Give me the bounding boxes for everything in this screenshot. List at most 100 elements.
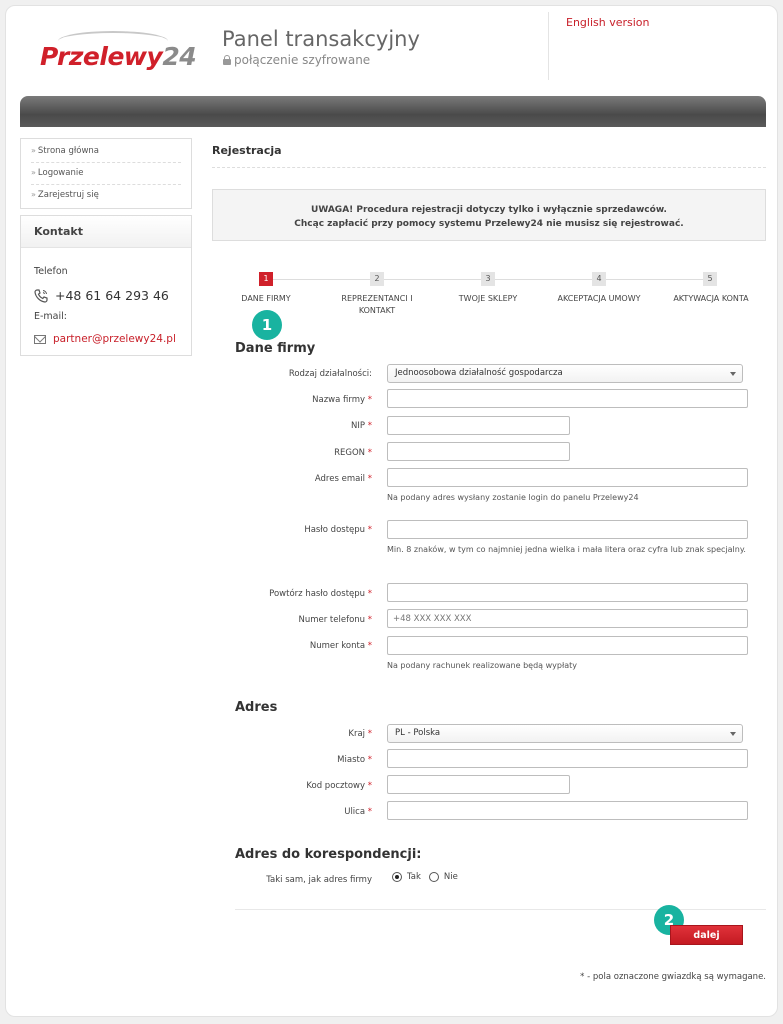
required-mark: * <box>367 589 372 599</box>
step-3-label: TWOJE SKLEPY <box>458 294 518 303</box>
company-name-input[interactable] <box>387 389 748 408</box>
select-value: Jednoosobowa działalność gospodarcza <box>395 368 563 378</box>
header-divider <box>548 12 549 80</box>
email-label: E-mail: <box>34 311 67 322</box>
required-mark: * <box>367 474 372 484</box>
correspondence-section-title: Adres do korespondencji: <box>235 847 422 862</box>
required-mark: * <box>367 395 372 405</box>
label-text: Ulica <box>344 807 366 817</box>
nip-input[interactable] <box>387 416 570 435</box>
label-text: Powtórz hasło dostępu <box>269 589 366 599</box>
zip-input[interactable] <box>387 775 570 794</box>
radio-yes[interactable] <box>392 872 402 882</box>
phone-number: +48 61 64 293 46 <box>55 288 169 303</box>
step-1-number: 1 <box>259 272 273 286</box>
country-select[interactable]: PL - Polska <box>387 724 743 743</box>
lock-icon <box>223 55 231 65</box>
label-text: Numer telefonu <box>298 615 366 625</box>
nip-label: NIP * <box>172 421 372 431</box>
warning-notice: UWAGA! Procedura rejestracji dotyczy tyl… <box>212 189 766 241</box>
step-2-label: REPREZENTANCI I KONTAKT <box>341 294 413 315</box>
password-label: Hasło dostępu * <box>172 525 372 535</box>
activity-type-select[interactable]: Jednoosobowa działalność gospodarcza <box>387 364 743 383</box>
zip-label: Kod pocztowy * <box>172 781 372 791</box>
step-5-label: AKTYWACJA KONTA <box>673 294 749 303</box>
email-field-label: Adres email * <box>172 474 372 484</box>
password-input[interactable] <box>387 520 748 539</box>
sidebar-item-label: Strona główna <box>37 146 99 156</box>
step-5-number: 5 <box>703 272 717 286</box>
contact-heading: Kontakt <box>21 216 191 248</box>
required-mark: * <box>367 729 372 739</box>
secure-connection: połączenie szyfrowane <box>223 53 370 67</box>
account-number-input[interactable] <box>387 636 748 655</box>
select-value: PL - Polska <box>395 728 441 738</box>
chevron-down-icon <box>730 372 736 376</box>
label-text: Kraj <box>348 729 366 739</box>
company-section-title: Dane firmy <box>235 341 316 356</box>
required-mark: * <box>367 807 372 817</box>
label-text: Miasto <box>337 755 366 765</box>
required-mark: * <box>367 641 372 651</box>
next-button[interactable]: dalej <box>670 925 743 945</box>
notice-line-1: UWAGA! Procedura rejestracji dotyczy tyl… <box>311 205 667 215</box>
account-number-label: Numer konta * <box>172 641 372 651</box>
label-text: Hasło dostępu <box>304 525 366 535</box>
required-mark: * <box>367 781 372 791</box>
annotation-badge-1: 1 <box>252 310 282 340</box>
city-label: Miasto * <box>172 755 372 765</box>
english-version-link[interactable]: English version <box>566 16 650 29</box>
logo-text: Przelewy <box>40 42 163 71</box>
top-bar <box>20 96 766 127</box>
same-address-label: Taki sam, jak adres firmy <box>266 875 372 885</box>
required-mark: * <box>367 421 372 431</box>
password-repeat-label: Powtórz hasło dostępu * <box>172 589 372 599</box>
sidebar-item-label: Zarejestruj się <box>37 190 99 200</box>
radio-yes-label: Tak <box>407 872 421 882</box>
street-label: Ulica * <box>172 807 372 817</box>
regon-input[interactable] <box>387 442 570 461</box>
title-divider <box>212 167 766 168</box>
contact-phone: +48 61 64 293 46 <box>34 288 169 303</box>
panel-title: Panel transakcyjny <box>222 27 420 51</box>
contact-email[interactable]: partner@przelewy24.pl <box>34 333 176 345</box>
sidebar-item-home[interactable]: » Strona główna <box>31 141 181 163</box>
required-mark: * <box>367 755 372 765</box>
same-address-radio-group: Tak Nie <box>392 872 458 882</box>
label-text: Rodzaj działalności: <box>288 369 372 379</box>
sidebar-item-login[interactable]: » Logowanie <box>31 163 181 185</box>
phone-number-label: Numer telefonu * <box>172 615 372 625</box>
label-text: Nazwa firmy <box>312 395 366 405</box>
radio-no-label: Nie <box>443 872 458 882</box>
city-input[interactable] <box>387 749 748 768</box>
password-hint: Min. 8 znaków, w tym co najmniej jedna w… <box>387 545 746 554</box>
logo[interactable]: Przelewy24 <box>40 42 197 71</box>
phone-number-input[interactable] <box>387 609 748 628</box>
radio-no[interactable] <box>428 872 439 882</box>
step-4-number: 4 <box>592 272 606 286</box>
email-input[interactable] <box>387 468 748 487</box>
email-address: partner@przelewy24.pl <box>53 333 176 345</box>
required-mark: * <box>367 615 372 625</box>
country-label: Kraj * <box>172 729 372 739</box>
phone-label: Telefon <box>34 266 68 277</box>
step-1-label: DANE FIRMY <box>241 294 291 303</box>
required-mark: * <box>367 525 372 535</box>
chevron-right-icon: » <box>31 146 36 155</box>
label-text: NIP <box>351 421 366 431</box>
envelope-icon <box>34 334 46 344</box>
chevron-right-icon: » <box>31 168 36 177</box>
label-text: Numer konta <box>309 641 366 651</box>
address-section-title: Adres <box>235 700 278 715</box>
activity-type-label: Rodzaj działalności: <box>172 369 372 379</box>
password-repeat-input[interactable] <box>387 583 748 602</box>
label-text: REGON <box>334 448 366 458</box>
company-name-label: Nazwa firmy * <box>172 395 372 405</box>
sidebar-item-register[interactable]: » Zarejestruj się <box>31 185 181 206</box>
account-hint: Na podany rachunek realizowane będą wypł… <box>387 661 578 670</box>
sidebar-item-label: Logowanie <box>37 168 84 178</box>
street-input[interactable] <box>387 801 748 820</box>
step-3-number: 3 <box>481 272 495 286</box>
step-4-label: AKCEPTACJA UMOWY <box>557 294 641 303</box>
phone-icon <box>34 288 48 303</box>
